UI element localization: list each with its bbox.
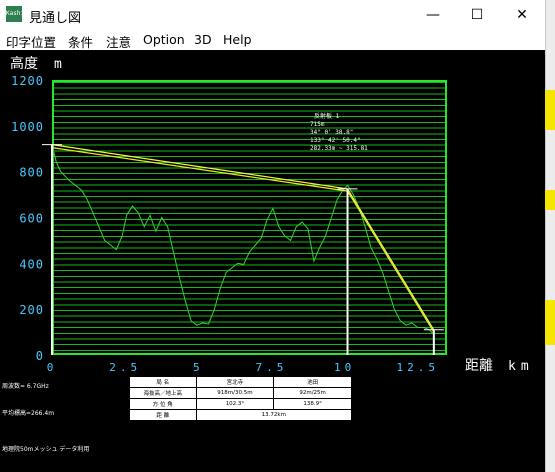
y-tick-label: 600 [19,212,44,226]
x-tick-label: 12.5 [396,361,439,374]
reflector-annotation-line: 133° 42' 50.4" [310,137,361,144]
table-row: 局 名 宮北寺 池田 [129,376,352,388]
y-tick-label: 400 [19,257,44,271]
background-window-highlight [545,90,555,130]
y-tick-label: 0 [36,349,44,363]
x-axis-title: 距離 [465,357,493,374]
x-tick-label: 7.5 [256,361,288,374]
table-cell: 918m/30.5m [195,387,275,399]
background-window-strip [545,0,555,472]
y-tick-label: 800 [19,166,44,180]
result-table: 局 名 宮北寺 池田 海抜高／地上高 918m/30.5m 92m/25m 方 … [129,376,353,421]
table-row: 距 離 13.72km [129,409,353,421]
table-header-cell: 局 名 [129,376,197,388]
sightline-line [51,144,435,331]
table-header-cell: 宮北寺 [195,376,275,388]
y-axis-title: 高度 [10,55,38,72]
reflector-annotation-line: 34° 0' 38.8" [310,129,353,136]
table-cell: 102.3° [195,398,275,410]
table-row: 方 位 角 102.3° 138.9° [129,398,352,410]
reflector-annotation-line: 282.33m ~ 315.81 [310,145,368,152]
frequency-label: 周波数= 6.7GHz [2,383,49,390]
background-window-highlight [545,300,555,345]
y-tick-label: 1000 [11,120,44,134]
table-header-cell: 池田 [273,376,352,388]
x-tick-label: 0 [47,361,58,374]
reflector-annotation-line: 715m [310,121,325,128]
x-tick-label: 5 [193,361,204,374]
x-tick-label: 10 [334,361,355,374]
table-cell: 海抜高／地上高 [129,387,197,399]
x-axis-unit: km [508,359,534,374]
reflector-annotation-line: 反射板 1 [314,112,340,120]
y-tick-label: 200 [19,303,44,317]
table-cell: 13.72km [195,409,353,421]
table-cell: 距 離 [129,409,197,421]
sightline-offset-line [51,147,435,333]
average-elevation-label: 平均標高=266.4m [2,410,55,417]
table-cell: 138.9° [273,398,352,410]
table-cell: 92m/25m [273,387,352,399]
y-axis-unit: m [54,57,62,72]
x-tick-label: 2.5 [109,361,141,374]
background-window-highlight [545,190,555,210]
table-row: 海抜高／地上高 918m/30.5m 92m/25m [129,387,352,399]
mesh-data-label: 地理院50mメッシュ データ利用 [2,446,90,453]
table-cell: 方 位 角 [129,398,197,410]
y-tick-label: 1200 [11,74,44,88]
